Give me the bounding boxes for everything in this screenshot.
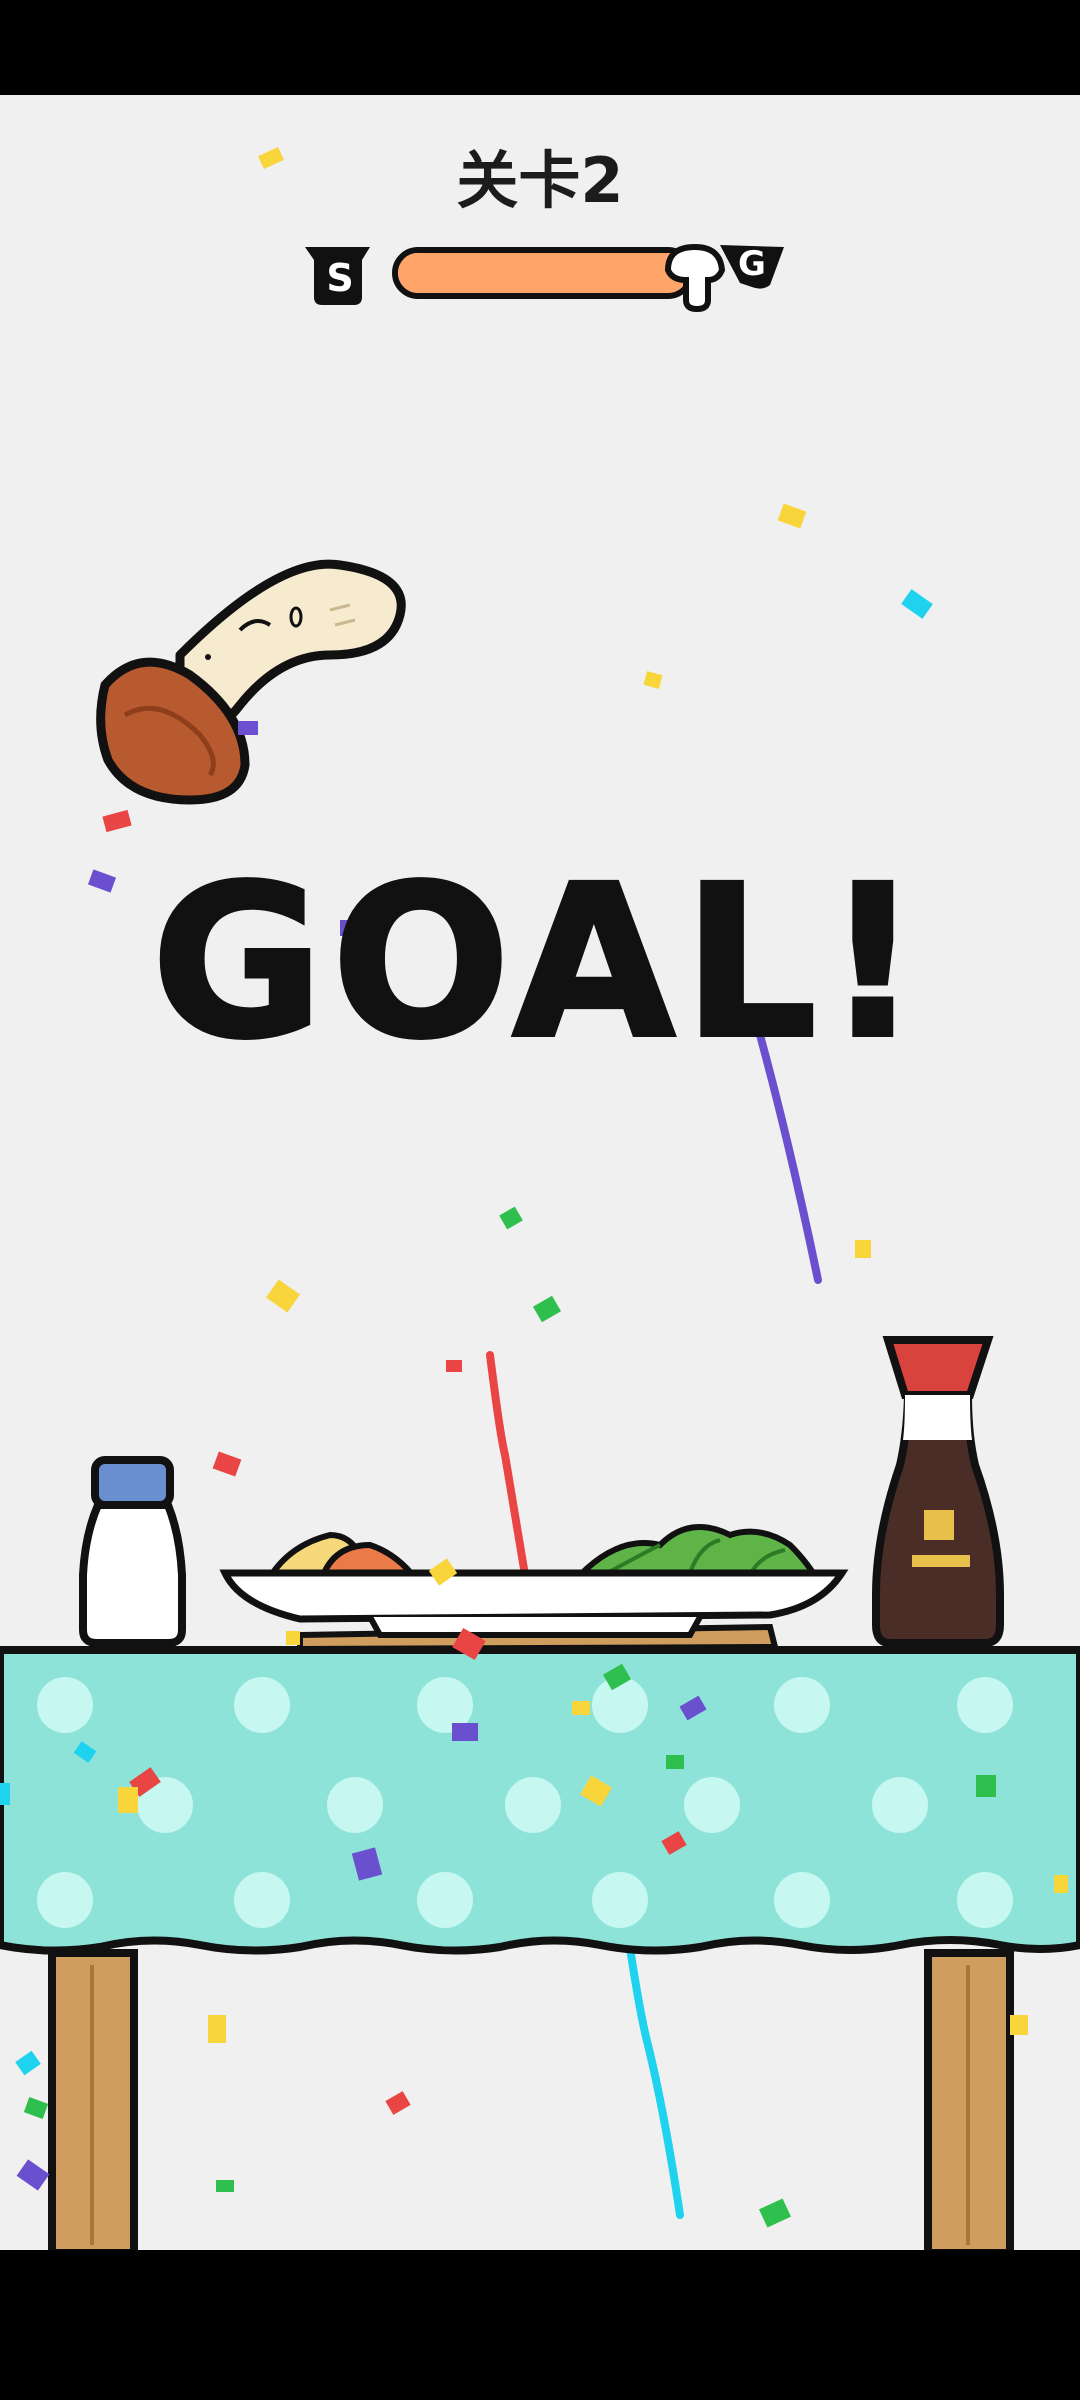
soy-sauce-bottle xyxy=(872,1336,1004,1647)
tablecloth xyxy=(0,1646,1080,1955)
plate-of-food xyxy=(219,1524,849,1638)
navigation-bar-area xyxy=(0,2250,1080,2400)
scene xyxy=(0,147,1080,2250)
mushroom-character xyxy=(96,559,406,805)
goal-banner: GOAL! xyxy=(149,838,929,1087)
status-bar-area xyxy=(0,0,1080,95)
salt-shaker xyxy=(79,1456,186,1647)
game-stage[interactable]: 关卡2 S G GOAL! xyxy=(0,95,1080,2250)
table-legs xyxy=(48,1949,1014,2250)
